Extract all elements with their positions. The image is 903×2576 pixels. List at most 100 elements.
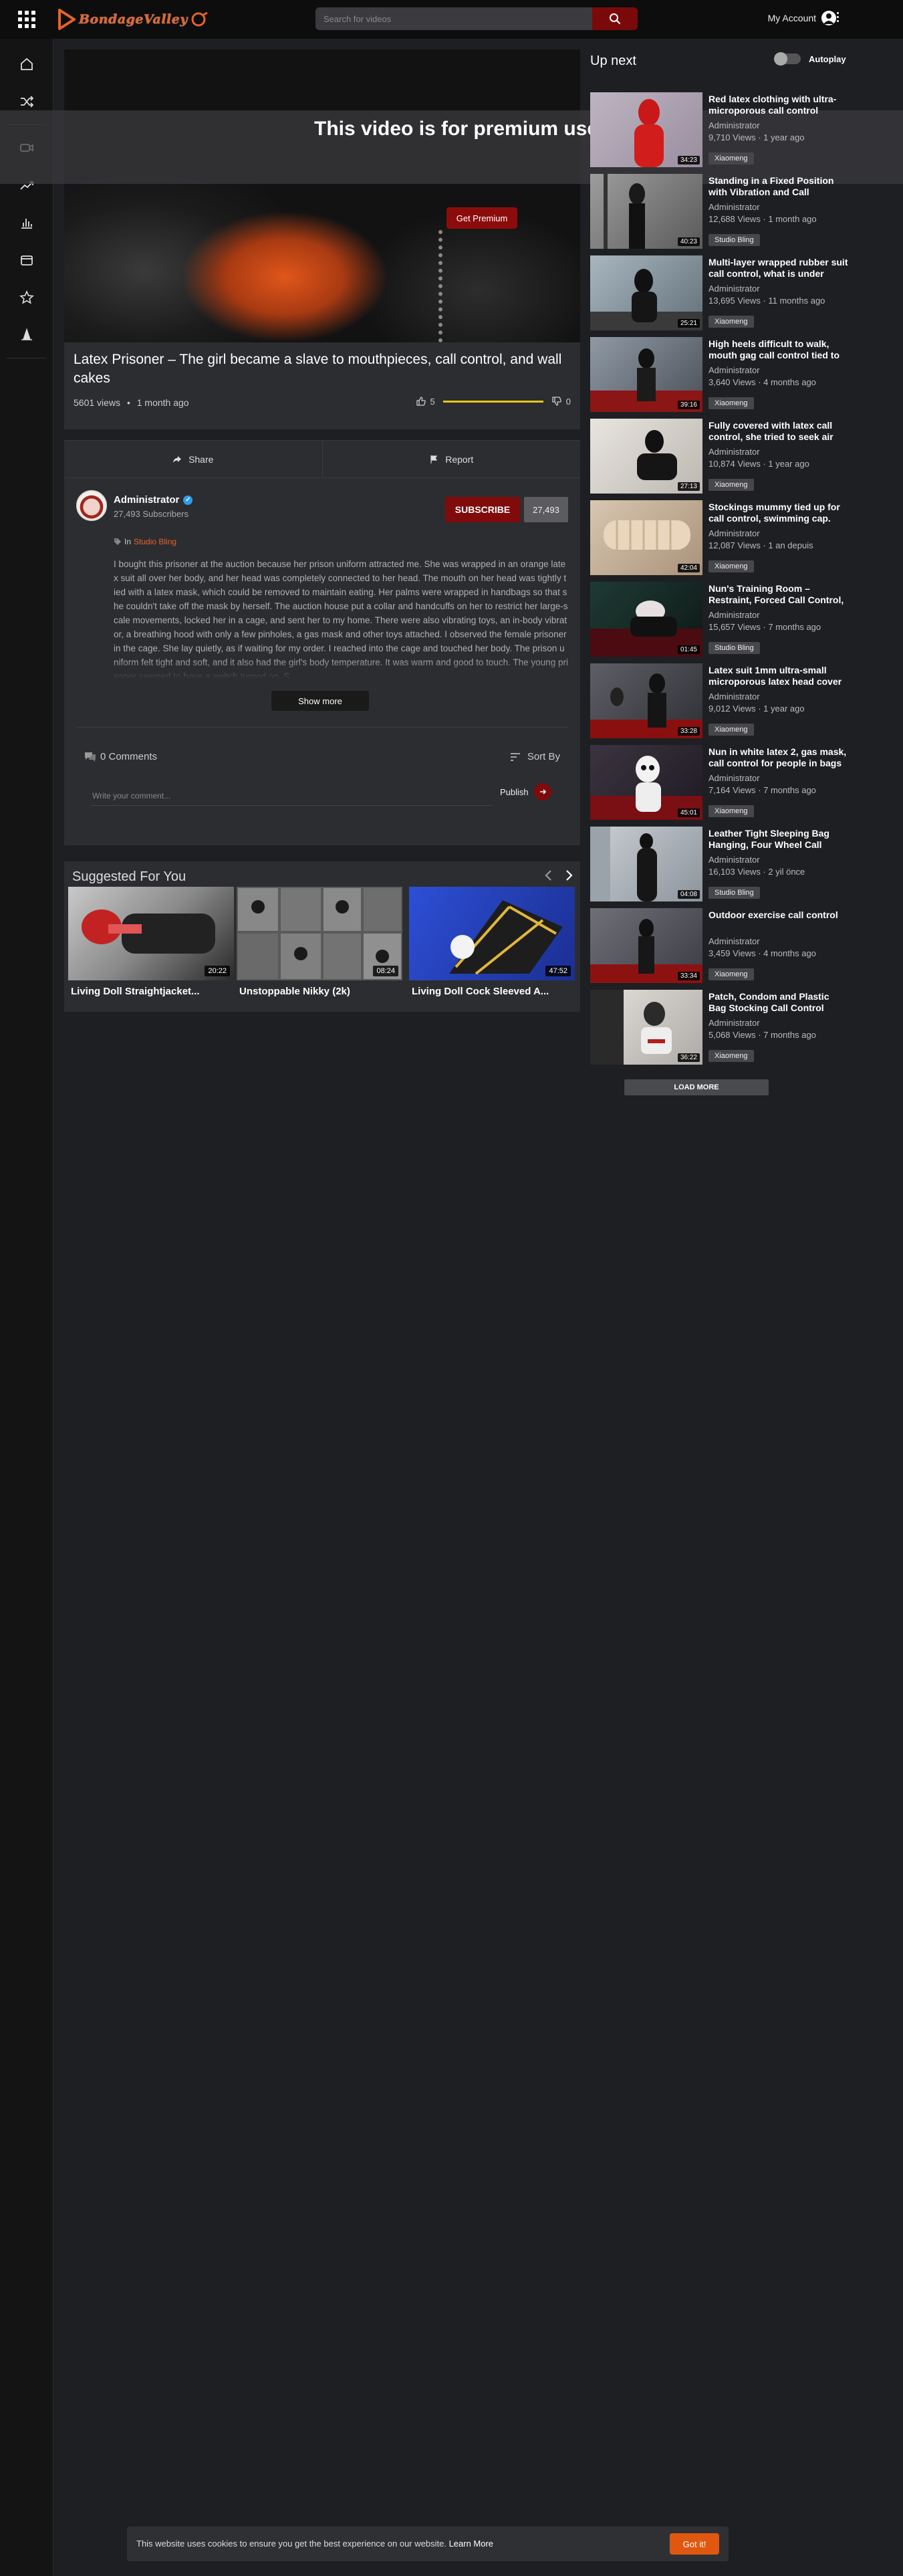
comment-input[interactable] [91,786,492,806]
upnext-tag[interactable]: Xiaomeng [708,805,754,817]
description-fade [114,659,568,679]
video-player[interactable] [64,49,580,342]
upnext-title[interactable]: Red latex clothing with ultra-microporou… [708,94,849,116]
upnext-item[interactable]: 42:04 Stockings mummy tied up for call c… [590,500,898,575]
upnext-tag[interactable]: Studio Bling [708,642,760,654]
upnext-tag[interactable]: Xiaomeng [708,1050,754,1062]
rail-favorites[interactable] [0,279,53,316]
upnext-title[interactable]: Multi-layer wrapped rubber suit call con… [708,257,849,280]
upnext-author[interactable]: Administrator [708,528,760,538]
upnext-author[interactable]: Administrator [708,691,760,702]
toggle-switch[interactable] [774,52,801,66]
upnext-title[interactable]: Stockings mummy tied up for call control… [708,502,849,524]
search-button[interactable] [592,7,638,30]
upnext-tag[interactable]: Xiaomeng [708,560,754,572]
thumbs-down-icon[interactable] [551,396,562,407]
upnext-title[interactable]: Patch, Condom and Plastic Bag Stocking C… [708,991,849,1014]
upnext-author[interactable]: Administrator [708,855,760,865]
upnext-item[interactable]: 34:23 Red latex clothing with ultra-micr… [590,92,898,167]
upnext-item[interactable]: 04:08 Leather Tight Sleeping Bag Hanging… [590,827,898,901]
upnext-tag[interactable]: Xiaomeng [708,724,754,736]
channel-name[interactable]: Administrator ✓ [114,494,193,506]
cookie-accept-button[interactable]: Got it! [670,2533,719,2555]
upnext-thumb[interactable]: 42:04 [590,500,702,575]
upnext-thumb[interactable]: 45:01 [590,745,702,820]
upnext-author[interactable]: Administrator [708,936,760,946]
suggested-title[interactable]: Unstoppable Nikky (2k) [239,986,405,997]
upnext-tag[interactable]: Studio Bling [708,234,760,246]
upnext-author[interactable]: Administrator [708,610,760,620]
upnext-thumb[interactable]: 33:28 [590,663,702,738]
upnext-thumb[interactable]: 27:13 [590,419,702,494]
search-input[interactable] [315,7,592,30]
rail-studios[interactable] [0,316,53,354]
upnext-thumb[interactable]: 04:08 [590,827,702,901]
share-button[interactable]: Share [64,441,322,477]
subscribe-button[interactable]: SUBSCRIBE [445,497,520,522]
upnext-title[interactable]: Standing in a Fixed Position with Vibrat… [708,175,849,198]
upnext-item[interactable]: 25:21 Multi-layer wrapped rubber suit ca… [590,255,898,330]
upnext-item[interactable]: 40:23 Standing in a Fixed Position with … [590,174,898,249]
upnext-tag[interactable]: Xiaomeng [708,479,754,491]
upnext-thumb[interactable]: 40:23 [590,174,702,249]
show-more-button[interactable]: Show more [271,691,369,711]
upnext-tag[interactable]: Xiaomeng [708,152,754,165]
chevron-right-icon[interactable] [564,869,573,881]
upnext-item[interactable]: 39:16 High heels difficult to walk, mout… [590,337,898,412]
suggested-title[interactable]: Living Doll Straightjacket... [71,986,237,997]
upnext-thumb[interactable]: 34:23 [590,92,702,167]
suggested-thumb[interactable]: 08:24 [237,887,402,980]
channel-avatar[interactable] [76,490,107,521]
upnext-author[interactable]: Administrator [708,773,760,783]
upnext-title[interactable]: Latex suit 1mm ultra-small microporous l… [708,665,849,687]
upnext-title[interactable]: Fully covered with latex call control, s… [708,420,849,443]
suggested-thumb[interactable]: 20:22 [68,887,234,980]
load-more-button[interactable]: LOAD MORE [624,1079,769,1095]
upnext-thumb[interactable]: 25:21 [590,255,702,330]
get-premium-button[interactable]: Get Premium [446,207,517,229]
suggested-thumb[interactable]: 47:52 [409,887,575,980]
rail-top-rated[interactable] [0,204,53,241]
upnext-title[interactable]: High heels difficult to walk, mouth gag … [708,338,849,361]
upnext-title[interactable]: Nun's Training Room – Restraint, Forced … [708,583,849,606]
rail-playlists[interactable] [0,241,53,279]
upnext-author[interactable]: Administrator [708,447,760,457]
apps-menu-button[interactable] [0,0,53,39]
sort-by-button[interactable]: Sort By [510,751,560,762]
category-link[interactable]: Studio Bling [134,537,176,546]
upnext-item[interactable]: 36:22 Patch, Condom and Plastic Bag Stoc… [590,990,898,1065]
upnext-thumb[interactable]: 39:16 [590,337,702,412]
upnext-thumb[interactable]: 01:45 [590,582,702,657]
upnext-title[interactable]: Nun in white latex 2, gas mask, call con… [708,746,849,769]
upnext-tag[interactable]: Studio Bling [708,887,760,899]
upnext-author[interactable]: Administrator [708,1018,760,1028]
account-menu[interactable]: My Account [768,11,836,25]
chevron-left-icon[interactable] [544,869,553,881]
upnext-author[interactable]: Administrator [708,284,760,294]
autoplay-toggle[interactable]: Autoplay [774,52,846,66]
site-logo[interactable]: BondageValley [57,8,209,31]
upnext-item[interactable]: 33:28 Latex suit 1mm ultra-small micropo… [590,663,898,738]
subscriber-count-badge: 27,493 [524,497,568,522]
suggested-title[interactable]: Living Doll Cock Sleeved A... [412,986,577,997]
upnext-thumb[interactable]: 33:34 [590,908,702,983]
upnext-tag[interactable]: Xiaomeng [708,397,754,409]
thumbs-up-icon[interactable] [416,396,426,407]
publish-button[interactable]: Publish [500,783,551,800]
upnext-item[interactable]: 33:34 Outdoor exercise call control Admi… [590,908,898,983]
rail-home[interactable] [0,45,53,83]
upnext-title[interactable]: Outdoor exercise call control [708,909,849,921]
learn-more-link[interactable]: Learn More [449,2539,493,2549]
upnext-thumb[interactable]: 36:22 [590,990,702,1065]
report-button[interactable]: Report [321,441,581,477]
upnext-tag[interactable]: Xiaomeng [708,316,754,328]
upnext-item[interactable]: 27:13 Fully covered with latex call cont… [590,419,898,494]
upnext-item[interactable]: 01:45 Nun's Training Room – Restraint, F… [590,582,898,657]
upnext-item[interactable]: 45:01 Nun in white latex 2, gas mask, ca… [590,745,898,820]
upnext-author[interactable]: Administrator [708,202,760,212]
upnext-title[interactable]: Leather Tight Sleeping Bag Hanging, Four… [708,828,849,851]
upnext-author[interactable]: Administrator [708,120,760,130]
upnext-tag[interactable]: Xiaomeng [708,968,754,980]
upnext-author[interactable]: Administrator [708,365,760,375]
more-options-icon[interactable] [837,12,839,22]
